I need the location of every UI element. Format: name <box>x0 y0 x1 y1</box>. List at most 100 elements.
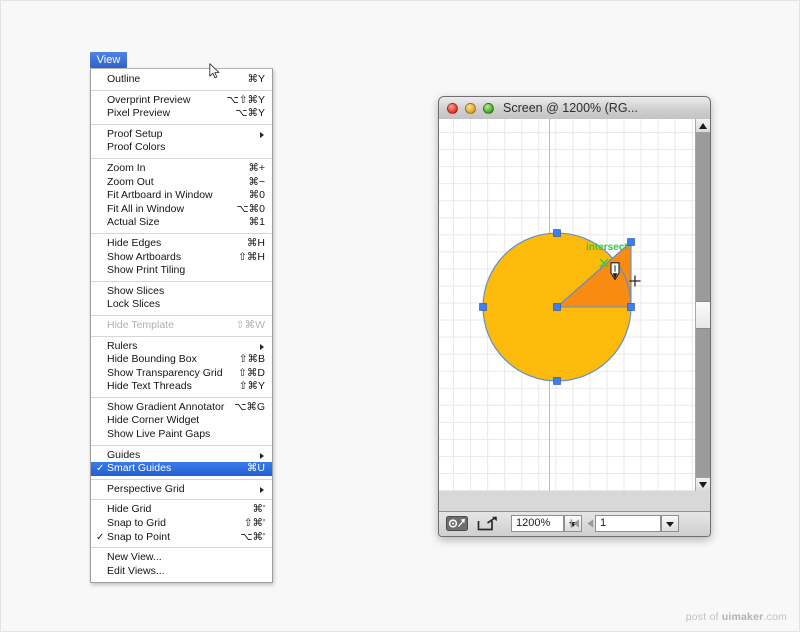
scroll-up-arrow[interactable] <box>696 119 710 133</box>
first-page-button[interactable] <box>570 518 581 529</box>
menu-item-show-print-tiling[interactable]: Show Print Tiling <box>91 264 272 278</box>
menu-item-show-artboards[interactable]: Show Artboards ⇧⌘H <box>91 251 272 265</box>
menu-item-label: Edit Views... <box>107 564 165 577</box>
menu-item-zoom-in[interactable]: Zoom In ⌘+ <box>91 162 272 176</box>
menu-item-shortcut: ⌥⌘G <box>234 400 265 413</box>
menu-item-shortcut: ⌘Y <box>247 73 265 85</box>
menu-item-show-live-paint-gaps[interactable]: Show Live Paint Gaps <box>91 428 272 442</box>
menu-separator <box>91 314 272 316</box>
menu-item-hide-grid[interactable]: Hide Grid ⌘' <box>91 503 272 517</box>
menu-item-hide-text-threads[interactable]: Hide Text Threads ⇧⌘Y <box>91 380 272 394</box>
menu-item-shortcut: ⌥⌘Y <box>235 107 265 120</box>
scroll-down-arrow[interactable] <box>696 477 710 491</box>
menu-item-guides[interactable]: Guides <box>91 449 272 463</box>
menu-separator <box>91 478 272 480</box>
menu-item-label: Zoom Out <box>107 175 154 188</box>
menu-item-label: Hide Edges <box>107 236 162 249</box>
watermark-prefix: post of <box>685 611 722 623</box>
menu-item-proof-setup[interactable]: Proof Setup <box>91 128 272 142</box>
menu-item-label: Hide Text Threads <box>107 380 192 393</box>
crosshair-cursor <box>629 275 641 287</box>
menu-item-rulers[interactable]: Rulers <box>91 340 272 354</box>
menu-item-hide-edges[interactable]: Hide Edges ⌘H <box>91 237 272 251</box>
menu-item-fit-all-in-window[interactable]: Fit All in Window ⌥⌘0 <box>91 203 272 217</box>
menu-item-label: Snap to Grid <box>107 517 166 530</box>
window-titlebar[interactable]: Screen @ 1200% (RG... <box>439 97 710 120</box>
menu-item-fit-artboard-in-window[interactable]: Fit Artboard in Window ⌘0 <box>91 189 272 203</box>
menu-item-label: Hide Bounding Box <box>107 353 197 366</box>
menu-separator <box>91 157 272 159</box>
preferences-icon[interactable] <box>446 516 468 531</box>
menu-item-label: Snap to Point <box>107 530 171 543</box>
menu-item-shortcut: ⌘U <box>246 462 265 475</box>
menu-item-show-slices[interactable]: Show Slices <box>91 285 272 299</box>
menu-item-snap-to-point[interactable]: ✓ Snap to Point ⌥⌘' <box>91 531 272 545</box>
minimize-button[interactable] <box>465 103 476 114</box>
menu-separator <box>91 89 272 91</box>
menu-item-label: Guides <box>107 448 141 461</box>
page-dropdown-button[interactable] <box>661 515 679 532</box>
menu-item-edit-views[interactable]: Edit Views... <box>91 565 272 579</box>
scrollbar-track[interactable] <box>696 133 710 477</box>
anchor-point <box>479 303 487 311</box>
menu-item-label: Lock Slices <box>107 298 161 311</box>
menu-item-new-view[interactable]: New View... <box>91 551 272 565</box>
canvas-area[interactable]: intersect <box>439 119 710 491</box>
zoom-button[interactable] <box>483 103 494 114</box>
menu-separator <box>91 396 272 398</box>
menu-title-view[interactable]: View <box>90 52 127 68</box>
menu-item-shortcut: ⌘1 <box>248 216 265 229</box>
menu-item-label: New View... <box>107 551 162 564</box>
menu-item-show-gradient-annotator[interactable]: Show Gradient Annotator ⌥⌘G <box>91 401 272 415</box>
menu-item-label: Fit All in Window <box>107 202 185 215</box>
view-menu-panel: Outline ⌘Y Overprint Preview ⌥⇧⌘Y Pixel Prev… <box>90 68 273 584</box>
menu-item-label: Pixel Preview <box>107 107 171 120</box>
menu-item-label: Rulers <box>107 339 138 352</box>
menu-item-label: Outline <box>107 73 141 85</box>
menu-item-label: Show Print Tiling <box>107 264 186 277</box>
menu-item-snap-to-grid[interactable]: Snap to Grid ⇧⌘' <box>91 517 272 531</box>
menu-item-label: Zoom In <box>107 161 146 174</box>
watermark: post of uimaker.com <box>686 611 787 623</box>
menu-item-label: Show Slices <box>107 284 165 297</box>
zoom-level-input[interactable]: 1200% <box>511 515 564 532</box>
submenu-arrow-icon <box>260 486 264 493</box>
anchor-point <box>627 238 635 246</box>
menu-item-overprint-preview[interactable]: Overprint Preview ⌥⇧⌘Y <box>91 94 272 108</box>
check-icon: ✓ <box>96 463 105 475</box>
menu-item-shortcut: ⌥⌘0 <box>236 202 265 215</box>
scrollbar-thumb[interactable] <box>696 301 710 329</box>
document-statusbar: 1200% 1 <box>439 511 710 536</box>
share-export-icon[interactable] <box>476 516 498 531</box>
watermark-brand: uimaker <box>721 611 764 623</box>
menu-item-label: Show Transparency Grid <box>107 366 223 379</box>
menu-item-hide-corner-widget[interactable]: Hide Corner Widget <box>91 414 272 428</box>
vertical-scrollbar[interactable] <box>695 119 710 491</box>
menu-item-actual-size[interactable]: Actual Size ⌘1 <box>91 216 272 230</box>
menu-separator <box>91 280 272 282</box>
menu-item-zoom-out[interactable]: Zoom Out ⌘− <box>91 176 272 190</box>
menu-item-pixel-preview[interactable]: Pixel Preview ⌥⌘Y <box>91 107 272 121</box>
menu-item-shortcut: ⇧⌘H <box>238 250 265 263</box>
menu-separator <box>91 444 272 446</box>
menu-item-smart-guides[interactable]: ✓ Smart Guides ⌘U <box>91 462 272 476</box>
menu-item-lock-slices[interactable]: Lock Slices <box>91 298 272 312</box>
menu-item-outline[interactable]: Outline ⌘Y <box>91 73 272 87</box>
check-icon: ✓ <box>96 531 105 543</box>
close-button[interactable] <box>447 103 458 114</box>
menu-item-hide-bounding-box[interactable]: Hide Bounding Box ⇧⌘B <box>91 353 272 367</box>
menu-separator <box>91 335 272 337</box>
menu-item-show-transparency-grid[interactable]: Show Transparency Grid ⇧⌘D <box>91 367 272 381</box>
menu-item-label: Show Gradient Annotator <box>107 400 225 413</box>
menu-item-label: Show Artboards <box>107 250 182 263</box>
page-number-input[interactable]: 1 <box>595 515 661 532</box>
menu-item-proof-colors[interactable]: Proof Colors <box>91 141 272 155</box>
menu-separator <box>91 547 272 549</box>
submenu-arrow-icon <box>260 452 264 459</box>
menu-item-shortcut: ⇧⌘D <box>238 366 265 379</box>
menu-item-shortcut: ⌘' <box>252 503 265 516</box>
anchor-point <box>627 303 635 311</box>
menu-item-shortcut: ⌘H <box>246 236 265 249</box>
menu-item-perspective-grid[interactable]: Perspective Grid <box>91 483 272 497</box>
menu-item-label: Proof Setup <box>107 127 163 140</box>
